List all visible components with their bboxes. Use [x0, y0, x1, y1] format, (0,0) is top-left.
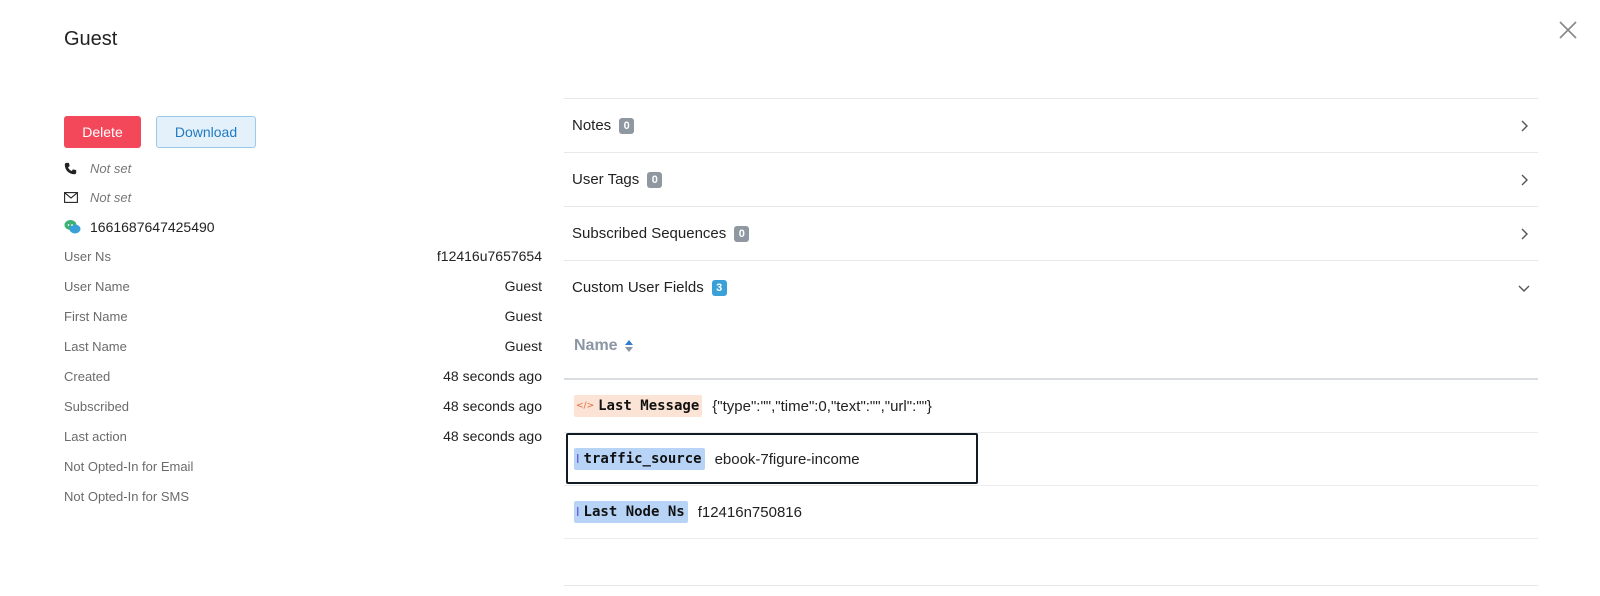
detail-key: Last action	[64, 428, 127, 444]
count-badge: 0	[647, 171, 663, 188]
section-notes[interactable]: Notes 0	[564, 98, 1538, 152]
messenger-chat-icon	[64, 219, 90, 235]
section-label: Notes	[572, 117, 612, 134]
detail-row: Created 48 seconds ago	[64, 361, 542, 391]
chevron-down-icon[interactable]	[1518, 282, 1530, 294]
field-value: ebook-7figure-income	[714, 450, 860, 468]
chevron-right-icon[interactable]	[1518, 120, 1530, 132]
detail-value: 48 seconds ago	[443, 368, 542, 384]
envelope-icon	[64, 192, 90, 203]
detail-value: Guest	[504, 338, 542, 354]
chevron-right-icon[interactable]	[1518, 228, 1530, 240]
field-name-tag[interactable]: Itraffic_source	[574, 448, 705, 470]
field-name-tag[interactable]: I Last Node Ns	[574, 501, 688, 523]
section-user-tags[interactable]: User Tags 0	[564, 152, 1538, 206]
user-details-list: User Ns f12416u7657654 User Name Guest First…	[64, 241, 542, 511]
field-value: {"type":"","time":0,"text":"","url":""}	[712, 397, 932, 415]
field-name-tag[interactable]: </> Last Message	[574, 395, 703, 417]
custom-field-row[interactable]: Itraffic_source ebook-7figure-income	[564, 433, 1538, 486]
detail-key: User Ns	[64, 248, 111, 264]
detail-row: Subscribed 48 seconds ago	[64, 391, 542, 421]
section-label: User Tags	[572, 171, 640, 188]
sort-icon[interactable]	[624, 339, 634, 353]
phone-icon	[64, 162, 90, 175]
action-buttons: Delete Download	[64, 116, 542, 148]
user-sections-panel: Notes 0 User Tags 0 Subscribed Sequences 0 Cus…	[564, 98, 1538, 586]
detail-value: 48 seconds ago	[443, 398, 542, 414]
close-icon[interactable]	[1556, 18, 1580, 42]
section-label-group: User Tags 0	[572, 171, 663, 188]
field-name: Last Message	[598, 398, 700, 414]
download-button[interactable]: Download	[156, 116, 256, 148]
detail-row: Not Opted-In for Email	[64, 451, 542, 481]
custom-fields-table: </> Last Message {"type":"","time":0,"text…	[564, 380, 1538, 539]
detail-value: Guest	[504, 278, 542, 294]
count-badge: 0	[619, 117, 635, 134]
email-value: Not set	[90, 190, 132, 205]
count-badge: 0	[734, 225, 750, 242]
divider	[564, 585, 1538, 586]
text-cursor-icon: I	[576, 452, 580, 466]
detail-row: Last Name Guest	[64, 331, 542, 361]
messenger-id: 1661687647425490	[90, 218, 215, 235]
page-title: Guest	[64, 28, 118, 50]
field-value: f12416n750816	[697, 503, 802, 521]
detail-value: f12416u7657654	[436, 248, 542, 264]
detail-key: User Name	[64, 278, 130, 294]
section-subscribed-sequences[interactable]: Subscribed Sequences 0	[564, 206, 1538, 260]
delete-button[interactable]: Delete	[64, 116, 141, 148]
phone-row: Not set	[64, 154, 542, 183]
detail-key: First Name	[64, 308, 128, 324]
detail-key: Last Name	[64, 338, 127, 354]
phone-value: Not set	[90, 161, 132, 176]
custom-field-row[interactable]: I Last Node Ns f12416n750816	[564, 486, 1538, 539]
name-column-label: Name	[574, 337, 618, 354]
email-row: Not set	[64, 183, 542, 212]
detail-row: Last action 48 seconds ago	[64, 421, 542, 451]
detail-row: User Name Guest	[64, 271, 542, 301]
detail-row: First Name Guest	[64, 301, 542, 331]
count-badge: 3	[711, 279, 727, 296]
section-label-group: Custom User Fields 3	[572, 279, 727, 296]
section-label: Custom User Fields	[572, 279, 704, 296]
field-name: traffic_source	[583, 451, 702, 467]
detail-key: Not Opted-In for Email	[64, 458, 194, 474]
custom-fields-name-header[interactable]: Name	[564, 314, 1538, 380]
detail-value: 48 seconds ago	[443, 428, 542, 444]
section-label: Subscribed Sequences	[572, 225, 727, 242]
text-cursor-icon: I	[576, 505, 580, 519]
section-label-group: Notes 0	[572, 117, 635, 134]
detail-row: Not Opted-In for SMS	[64, 481, 542, 511]
chevron-right-icon[interactable]	[1518, 174, 1530, 186]
code-icon: </>	[576, 401, 595, 411]
detail-row: User Ns f12416u7657654	[64, 241, 542, 271]
messenger-row: 1661687647425490	[64, 212, 542, 241]
detail-key: Not Opted-In for SMS	[64, 488, 189, 504]
section-custom-user-fields[interactable]: Custom User Fields 3	[564, 260, 1538, 314]
detail-key: Subscribed	[64, 398, 130, 414]
detail-value: Guest	[504, 308, 542, 324]
user-info-panel: Delete Download Not set Not set 16616876…	[64, 116, 542, 511]
custom-field-row[interactable]: </> Last Message {"type":"","time":0,"text…	[564, 380, 1538, 433]
sections-list: Notes 0 User Tags 0 Subscribed Sequences 0 Cus…	[564, 98, 1538, 314]
section-label-group: Subscribed Sequences 0	[572, 225, 750, 242]
field-name: Last Node Ns	[583, 504, 685, 520]
detail-key: Created	[64, 368, 111, 384]
